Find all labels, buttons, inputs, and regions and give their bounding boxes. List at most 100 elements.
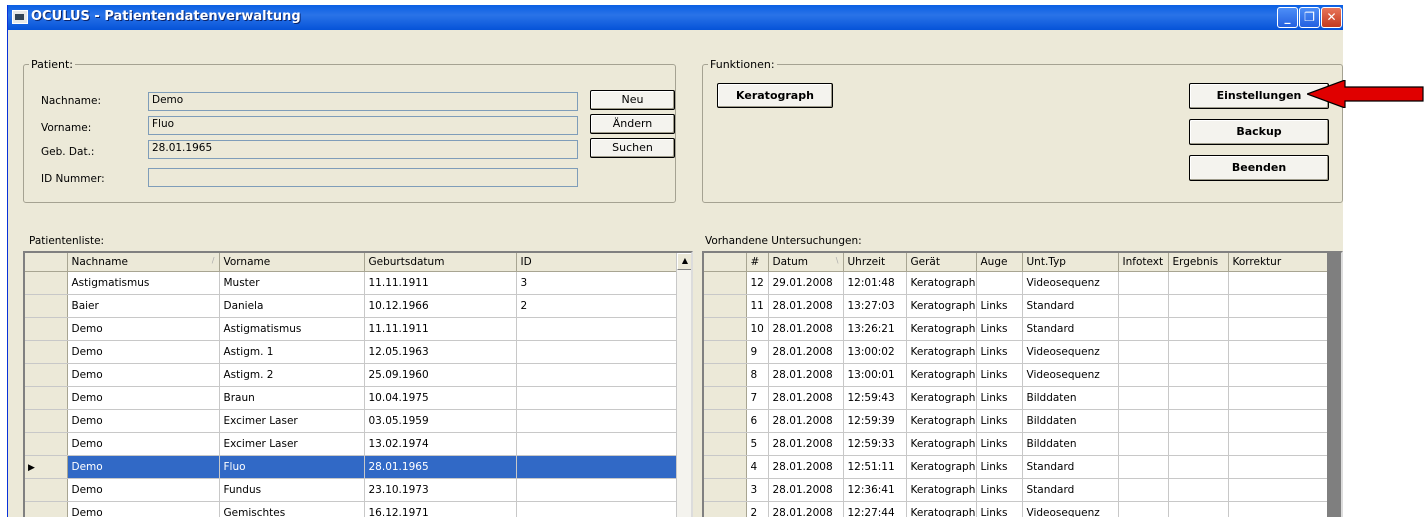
column-header-nachname[interactable]: Nachname /: [67, 253, 220, 272]
table-cell: 5: [746, 432, 769, 456]
row-selector[interactable]: [25, 294, 68, 318]
row-selector[interactable]: [704, 271, 747, 295]
table-row[interactable]: Astigmatismus Muster 11.11.1911 3: [25, 271, 677, 295]
table-row[interactable]: 4 28.01.2008 12:51:11 Keratograph Links Stand…: [704, 455, 1328, 479]
geb-dat-field[interactable]: 28.01.1965: [148, 140, 578, 159]
beenden-button[interactable]: Beenden: [1189, 155, 1329, 181]
aendern-button[interactable]: Ändern: [590, 114, 675, 134]
table-cell: 28.01.2008: [768, 317, 844, 341]
row-selector[interactable]: [704, 294, 747, 318]
table-row[interactable]: 11 28.01.2008 13:27:03 Keratograph Links Stan…: [704, 294, 1328, 318]
vorname-field[interactable]: Fluo: [148, 116, 578, 135]
table-cell: [1168, 340, 1229, 364]
backup-button[interactable]: Backup: [1189, 119, 1329, 145]
table-row[interactable]: Demo Fundus 23.10.1973: [25, 478, 677, 502]
table-cell: Links: [976, 340, 1023, 364]
row-selector[interactable]: [704, 501, 747, 517]
table-cell: [516, 340, 677, 364]
table-cell: 28.01.2008: [768, 432, 844, 456]
table-cell: [1118, 432, 1169, 456]
table-row[interactable]: 9 28.01.2008 13:00:02 Keratograph Links Video…: [704, 340, 1328, 364]
row-selector[interactable]: [704, 317, 747, 341]
patient-table: Nachname / Vorname Geburtsdatum ID Astigmati…: [25, 253, 677, 517]
table-cell: [1168, 501, 1229, 517]
table-row[interactable]: Demo Gemischtes 16.12.1971: [25, 501, 677, 517]
column-header-gera-t[interactable]: Gerät: [906, 253, 977, 272]
table-row[interactable]: Baier Daniela 10.12.1966 2: [25, 294, 677, 318]
table-row[interactable]: 2 28.01.2008 12:27:44 Keratograph Links Video…: [704, 501, 1328, 517]
maximize-button[interactable]: ❐: [1299, 7, 1320, 28]
row-selector[interactable]: ▶: [25, 455, 68, 479]
column-header-korrektur[interactable]: Korrektur: [1228, 253, 1328, 272]
column-header-infotext[interactable]: Infotext: [1118, 253, 1169, 272]
row-selector[interactable]: [704, 432, 747, 456]
column-header-auge[interactable]: Auge: [976, 253, 1023, 272]
table-cell: Links: [976, 363, 1023, 387]
nachname-label: Nachname:: [41, 95, 102, 107]
column-header-datum[interactable]: Datum \: [768, 253, 844, 272]
neu-button[interactable]: Neu: [590, 90, 675, 110]
table-cell: [1228, 386, 1328, 410]
row-selector[interactable]: [25, 386, 68, 410]
row-selector[interactable]: [704, 386, 747, 410]
table-row[interactable]: Demo Astigmatismus 11.11.1911: [25, 317, 677, 341]
title-bar[interactable]: OCULUS - Patientendatenverwaltung _ ❐ ✕: [8, 5, 1343, 30]
table-cell: [1228, 432, 1328, 456]
suchen-button[interactable]: Suchen: [590, 138, 675, 158]
nachname-field[interactable]: Demo: [148, 92, 578, 111]
table-cell: [516, 432, 677, 456]
id-nummer-field[interactable]: [148, 168, 578, 187]
table-cell: [1118, 363, 1169, 387]
exam-list-grid[interactable]: # Datum \ Uhrzeit Gerät Auge Unt.Typ Infotext Er…: [702, 251, 1343, 517]
scroll-up-arrow-icon[interactable]: ▲: [677, 253, 691, 270]
row-selector[interactable]: [25, 317, 68, 341]
table-row[interactable]: 10 28.01.2008 13:26:21 Keratograph Links Stan…: [704, 317, 1328, 341]
column-header-ergebnis[interactable]: Ergebnis: [1168, 253, 1229, 272]
table-row[interactable]: 6 28.01.2008 12:59:39 Keratograph Links Bildd…: [704, 409, 1328, 433]
table-row[interactable]: Demo Astigm. 2 25.09.1960: [25, 363, 677, 387]
row-selector[interactable]: [25, 432, 68, 456]
table-cell: 3: [516, 271, 677, 295]
table-row[interactable]: Demo Excimer Laser 13.02.1974: [25, 432, 677, 456]
table-row[interactable]: Demo Braun 10.04.1975: [25, 386, 677, 410]
row-selector[interactable]: [25, 501, 68, 517]
row-selector[interactable]: [25, 478, 68, 502]
patient-list-grid[interactable]: Nachname / Vorname Geburtsdatum ID Astigmati…: [23, 251, 693, 517]
row-selector[interactable]: [704, 409, 747, 433]
minimize-button[interactable]: _: [1277, 7, 1298, 28]
row-selector[interactable]: [704, 478, 747, 502]
table-cell: 16.12.1971: [364, 501, 517, 517]
row-selector[interactable]: [25, 340, 68, 364]
table-cell: 12:59:43: [843, 386, 907, 410]
keratograph-button[interactable]: Keratograph: [717, 83, 833, 108]
table-row[interactable]: 12 29.01.2008 12:01:48 Keratograph Videosequ…: [704, 271, 1328, 295]
column-header-id[interactable]: ID: [516, 253, 677, 272]
exam-list-scrollbar[interactable]: [1327, 253, 1341, 517]
table-row[interactable]: 7 28.01.2008 12:59:43 Keratograph Links Bildd…: [704, 386, 1328, 410]
patient-list-scrollbar[interactable]: ▲: [676, 253, 691, 517]
table-row[interactable]: Demo Excimer Laser 03.05.1959: [25, 409, 677, 433]
column-header-col[interactable]: #: [746, 253, 769, 272]
table-cell: [1118, 501, 1169, 517]
table-cell: Bilddaten: [1022, 409, 1119, 433]
table-row[interactable]: Demo Astigm. 1 12.05.1963: [25, 340, 677, 364]
table-row[interactable]: ▶ Demo Fluo 28.01.1965: [25, 455, 677, 479]
column-header-geburtsdatum[interactable]: Geburtsdatum: [364, 253, 517, 272]
table-cell: 9: [746, 340, 769, 364]
table-cell: [1228, 501, 1328, 517]
table-row[interactable]: 5 28.01.2008 12:59:33 Keratograph Links Bildd…: [704, 432, 1328, 456]
row-selector[interactable]: [704, 455, 747, 479]
close-button[interactable]: ✕: [1321, 7, 1342, 28]
row-selector[interactable]: [25, 363, 68, 387]
table-row[interactable]: 3 28.01.2008 12:36:41 Keratograph Links Stand…: [704, 478, 1328, 502]
table-cell: Videosequenz: [1022, 501, 1119, 517]
table-row[interactable]: 8 28.01.2008 13:00:01 Keratograph Links Video…: [704, 363, 1328, 387]
column-header-vorname[interactable]: Vorname: [219, 253, 365, 272]
row-selector[interactable]: [25, 271, 68, 295]
table-cell: 12:36:41: [843, 478, 907, 502]
column-header-uhrzeit[interactable]: Uhrzeit: [843, 253, 907, 272]
row-selector[interactable]: [704, 340, 747, 364]
column-header-unt-typ[interactable]: Unt.Typ: [1022, 253, 1119, 272]
row-selector[interactable]: [704, 363, 747, 387]
row-selector[interactable]: [25, 409, 68, 433]
